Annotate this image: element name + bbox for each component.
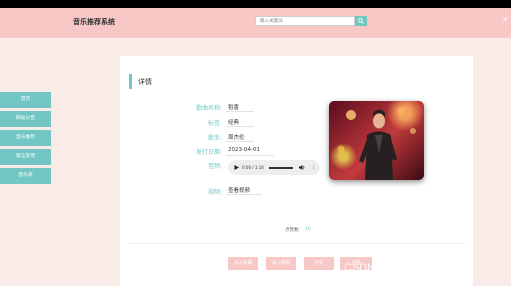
search-icon xyxy=(358,18,364,24)
singer-photo xyxy=(337,107,416,180)
divider xyxy=(226,126,254,127)
song-name-label: 歌曲名称: xyxy=(195,105,222,112)
close-icon[interactable]: ✕ xyxy=(502,16,508,24)
divider xyxy=(128,243,465,244)
detail-panel: 详情 歌曲名称: 稻香 标签: 经典 歌手: 周杰伦 发行日期: 2023-04… xyxy=(120,56,473,286)
comment-button[interactable]: 评论 xyxy=(304,257,334,270)
search-input[interactable]: 输入关键词 xyxy=(255,16,355,26)
divider xyxy=(226,141,254,142)
header: 音乐推荐系统 输入关键词 ✕ xyxy=(0,8,511,38)
divider xyxy=(226,194,262,195)
sidebar-item-music-library[interactable]: 音乐库 xyxy=(0,168,51,184)
page-title: 详情 xyxy=(138,78,152,86)
tag-label: 标签: xyxy=(207,120,222,127)
video-label: 视频: xyxy=(207,189,222,196)
video-link[interactable]: 查看视频 xyxy=(228,186,250,194)
sidebar-item-feedback[interactable]: 留言反馈 xyxy=(0,149,51,165)
sidebar-item-recommendations[interactable]: 音乐推荐 xyxy=(0,130,51,146)
album-cover-image xyxy=(329,101,424,180)
clicks-count: 10 xyxy=(305,227,311,232)
sidebar-item-home[interactable]: 首页 xyxy=(0,92,51,108)
audio-label: 音频: xyxy=(207,163,222,170)
add-to-favorites-button[interactable]: 加入收藏 xyxy=(228,257,258,270)
search-button[interactable] xyxy=(355,16,367,26)
sidebar-item-announcements[interactable]: 网站公告 xyxy=(0,111,51,127)
clicks-label: 点赞数: xyxy=(285,228,301,233)
sidebar-nav: 首页 网站公告 音乐推荐 留言反馈 音乐库 xyxy=(0,92,51,187)
release-date-value: 2023-04-01 xyxy=(228,147,260,153)
divider xyxy=(226,111,254,112)
audio-player[interactable]: 0:00 / 1:16 ⋮ xyxy=(228,160,320,175)
release-date-label: 发行日期: xyxy=(195,149,222,156)
audio-progress-bar[interactable] xyxy=(269,167,293,169)
play-icon[interactable] xyxy=(234,165,239,170)
title-accent-bar xyxy=(129,74,132,89)
add-to-cart-button[interactable]: 加入购物 xyxy=(266,257,296,270)
tag-value: 经典 xyxy=(228,120,240,126)
audio-time: 0:00 / 1:16 xyxy=(242,164,264,170)
singer-value: 周杰伦 xyxy=(228,135,245,141)
volume-icon[interactable] xyxy=(299,165,305,170)
watermark-text: CSDN @vx_BS81330 xyxy=(344,262,452,274)
more-options-icon[interactable]: ⋮ xyxy=(311,164,317,171)
singer-label: 歌手: xyxy=(207,135,222,142)
divider xyxy=(226,155,274,156)
site-title[interactable]: 音乐推荐系统 xyxy=(73,17,115,27)
top-black-bar xyxy=(0,0,511,8)
song-name-value: 稻香 xyxy=(228,105,240,111)
